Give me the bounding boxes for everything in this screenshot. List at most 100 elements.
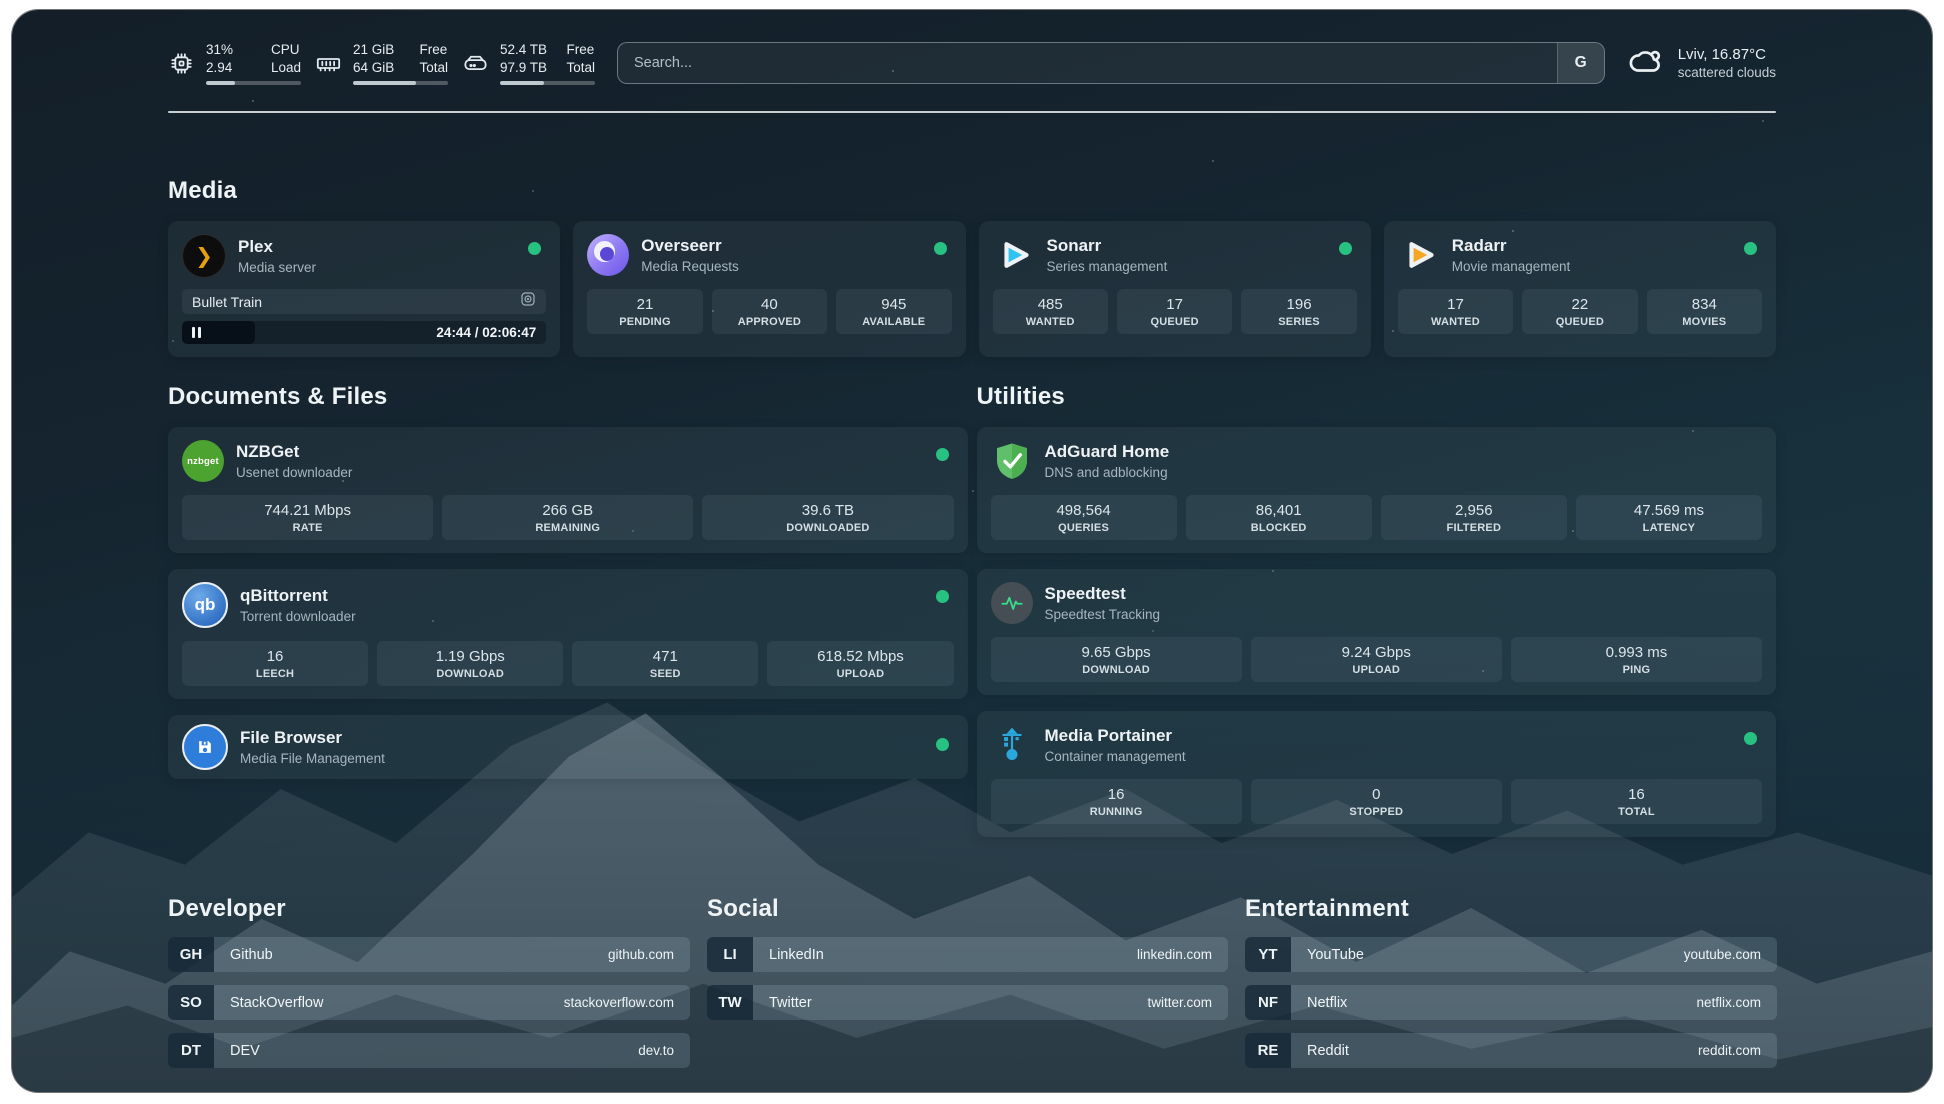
app-title: Speedtest (1045, 584, 1161, 604)
bookmark-github[interactable]: GH Github github.com (168, 937, 690, 972)
bookmark-name: Reddit (1291, 1033, 1698, 1068)
stat-series: 196SERIES (1241, 289, 1356, 334)
app-title: NZBGet (236, 442, 352, 462)
search-input[interactable] (618, 43, 1557, 83)
memory-icon (315, 50, 342, 77)
app-card-filebrowser: File Browser Media File Management (168, 715, 968, 779)
app-title: Media Portainer (1045, 726, 1186, 746)
bookmark-url: reddit.com (1698, 1033, 1777, 1068)
bookmark-url: github.com (608, 937, 690, 972)
section-title-developer: Developer (168, 895, 690, 923)
stats-row: 9.65 GbpsDOWNLOAD 9.24 GbpsUPLOAD 0.993 … (991, 637, 1763, 682)
status-dot (936, 448, 949, 461)
stats-row: 744.21 MbpsRATE 266 GBREMAINING 39.6 TBD… (182, 495, 954, 540)
app-subtitle: Media server (238, 260, 316, 275)
bookmark-abbr: RE (1245, 1033, 1291, 1068)
app-title: qBittorrent (240, 586, 356, 606)
topbar-divider (168, 111, 1776, 113)
filebrowser-icon (182, 724, 228, 770)
bookmark-abbr: TW (707, 985, 753, 1020)
stat-upload: 618.52 MbpsUPLOAD (767, 641, 953, 686)
cpu-values: 31%2.94 (206, 41, 233, 76)
bookmark-url: dev.to (638, 1033, 690, 1068)
app-title: File Browser (240, 728, 385, 748)
stats-row: 498,564QUERIES 86,401BLOCKED 2,956FILTER… (991, 495, 1763, 540)
app-link-plex[interactable]: ❯ Plex Media server (182, 234, 546, 278)
app-link-sonarr[interactable]: Sonarr Series management (993, 234, 1357, 276)
overseerr-icon (587, 234, 629, 276)
app-link-radarr[interactable]: Radarr Movie management (1398, 234, 1762, 276)
pause-icon[interactable] (192, 327, 201, 338)
stat-queued: 17QUEUED (1117, 289, 1232, 334)
stat-pending: 21PENDING (587, 289, 702, 334)
system-stats: 31%2.94 CPULoad (168, 41, 595, 85)
status-dot (1339, 242, 1352, 255)
bookmark-url: stackoverflow.com (564, 985, 690, 1020)
app-card-speedtest: Speedtest Speedtest Tracking 9.65 GbpsDO… (977, 569, 1777, 695)
bookmark-abbr: NF (1245, 985, 1291, 1020)
top-bar: 31%2.94 CPULoad (168, 10, 1776, 94)
app-link-overseerr[interactable]: Overseerr Media Requests (587, 234, 951, 276)
weather-location-temp: Lviv, 16.87°C (1678, 46, 1776, 63)
memory-values: 21 GiB64 GiB (353, 41, 394, 76)
app-title: Plex (238, 237, 316, 257)
bookmark-netflix[interactable]: NF Netflix netflix.com (1245, 985, 1777, 1020)
search-engine-button[interactable]: G (1557, 43, 1604, 83)
app-title: Radarr (1452, 236, 1571, 256)
app-link-speedtest[interactable]: Speedtest Speedtest Tracking (991, 582, 1763, 624)
stats-row: 17WANTED 22QUEUED 834MOVIES (1398, 289, 1762, 334)
app-subtitle: Media File Management (240, 751, 385, 766)
utilities-column: Utilities AdGuard Home DNS and (977, 383, 1777, 837)
bookmark-name: YouTube (1291, 937, 1684, 972)
nzbget-icon: nzbget (182, 440, 224, 482)
stat-queued: 22QUEUED (1522, 289, 1637, 334)
weather-widget[interactable]: Lviv, 16.87°C scattered clouds (1627, 42, 1776, 85)
cpu-stat: 31%2.94 CPULoad (168, 41, 301, 85)
app-link-filebrowser[interactable]: File Browser Media File Management (182, 724, 954, 770)
app-card-radarr: Radarr Movie management 17WANTED 22QUEUE… (1384, 221, 1776, 357)
now-playing-title: Bullet Train (192, 294, 520, 310)
stat-download: 1.19 GbpsDOWNLOAD (377, 641, 563, 686)
stat-movies: 834MOVIES (1647, 289, 1762, 334)
bookmark-reddit[interactable]: RE Reddit reddit.com (1245, 1033, 1777, 1068)
bookmark-url: twitter.com (1147, 985, 1228, 1020)
memory-labels: FreeTotal (419, 41, 448, 76)
cloud-icon (1627, 42, 1665, 85)
bookmark-url: linkedin.com (1137, 937, 1228, 972)
disk-stat: 52.4 TB97.9 TB FreeTotal (462, 41, 595, 85)
bookmark-youtube[interactable]: YT YouTube youtube.com (1245, 937, 1777, 972)
stat-ping: 0.993 msPING (1511, 637, 1762, 682)
app-subtitle: Media Requests (641, 259, 739, 274)
disk-progress-bar (500, 81, 595, 85)
app-link-qbittorrent[interactable]: qb qBittorrent Torrent downloader (182, 582, 954, 628)
app-card-overseerr: Overseerr Media Requests 21PENDING 40APP… (573, 221, 965, 357)
stat-seed: 471SEED (572, 641, 758, 686)
app-link-nzbget[interactable]: nzbget NZBGet Usenet downloader (182, 440, 954, 482)
stat-rate: 744.21 MbpsRATE (182, 495, 433, 540)
bookmark-abbr: SO (168, 985, 214, 1020)
bookmark-twitter[interactable]: TW Twitter twitter.com (707, 985, 1228, 1020)
bookmark-stackoverflow[interactable]: SO StackOverflow stackoverflow.com (168, 985, 690, 1020)
portainer-icon (991, 724, 1033, 766)
bookmark-name: Github (214, 937, 608, 972)
app-link-portainer[interactable]: Media Portainer Container management (991, 724, 1763, 766)
bookmark-linkedin[interactable]: LI LinkedIn linkedin.com (707, 937, 1228, 972)
app-card-portainer: Media Portainer Container management 16R… (977, 711, 1777, 837)
status-dot (934, 242, 947, 255)
sonarr-icon (993, 234, 1035, 276)
now-playing-row: Bullet Train (182, 289, 546, 314)
stat-leech: 16LEECH (182, 641, 368, 686)
dashboard-window: 31%2.94 CPULoad (12, 10, 1932, 1092)
plex-icon: ❯ (182, 234, 226, 278)
stat-download: 9.65 GbpsDOWNLOAD (991, 637, 1242, 682)
bookmark-url: youtube.com (1684, 937, 1777, 972)
background-snow-specks (12, 10, 14, 12)
stat-filtered: 2,956FILTERED (1381, 495, 1567, 540)
status-dot (936, 738, 949, 751)
stat-approved: 40APPROVED (712, 289, 827, 334)
bookmark-dev[interactable]: DT DEV dev.to (168, 1033, 690, 1068)
app-title: AdGuard Home (1045, 442, 1170, 462)
app-link-adguard[interactable]: AdGuard Home DNS and adblocking (991, 440, 1763, 482)
search-bar: G (617, 42, 1605, 84)
app-card-nzbget: nzbget NZBGet Usenet downloader 744.21 M… (168, 427, 968, 553)
